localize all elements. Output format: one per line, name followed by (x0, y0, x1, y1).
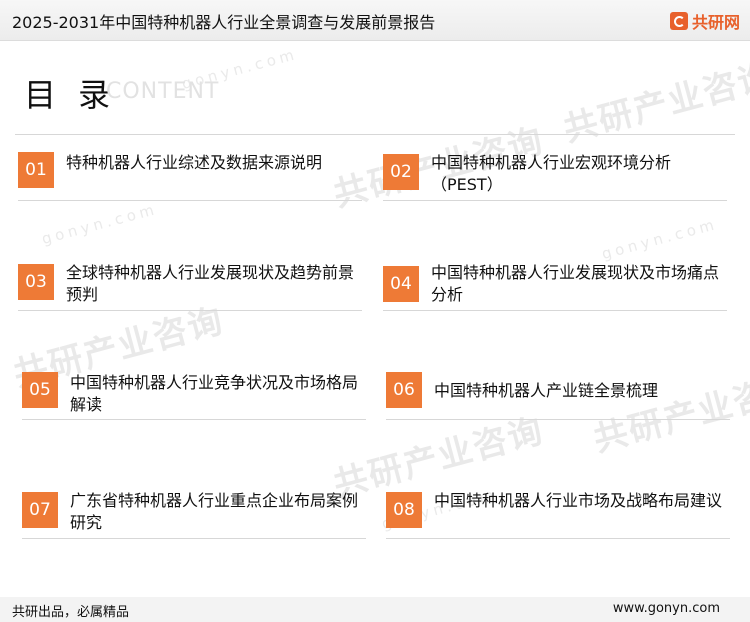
report-title: 2025-2031年中国特种机器人行业全景调查与发展前景报告 (12, 13, 436, 32)
toc-divider (18, 200, 362, 201)
toc-number: 03 (18, 264, 54, 300)
toc-text: 中国特种机器人行业市场及战略布局建议 (434, 491, 723, 510)
toc-divider (22, 538, 366, 539)
footer-bar: 共研出品，必属精品 www.gonyn.com (0, 597, 750, 622)
toc-heading-sub: CONTENT (106, 79, 220, 104)
toc-divider (386, 538, 730, 539)
footer-slogan: 共研出品，必属精品 (12, 605, 130, 620)
toc-text: 特种机器人行业综述及数据来源说明 (66, 153, 323, 172)
watermark: 共研产业咨询 (559, 55, 750, 151)
toc-divider (383, 200, 727, 201)
heading-divider (15, 134, 735, 135)
brand-name: 共研网 (691, 13, 740, 32)
toc-number: 07 (22, 492, 58, 528)
toc-number: 01 (18, 152, 54, 188)
brand-logo-icon (669, 12, 688, 30)
toc-text: 中国特种机器人行业发展现状及市场痛点分析 (431, 263, 720, 304)
toc-text: 中国特种机器人产业链全景梳理 (434, 381, 659, 400)
toc-text: 中国特种机器人行业竞争状况及市场格局解读 (70, 373, 359, 414)
toc-number: 02 (383, 154, 419, 190)
toc-text: 广东省特种机器人行业重点企业布局案例研究 (70, 491, 359, 532)
brand: 共研网 (669, 9, 740, 33)
toc-divider (383, 310, 727, 311)
toc-number: 04 (383, 266, 419, 302)
header-bar: 2025-2031年中国特种机器人行业全景调查与发展前景报告 共研网 (0, 0, 750, 41)
toc-text: 中国特种机器人行业宏观环境分析（PEST） (431, 153, 672, 194)
footer-site-link[interactable]: www.gonyn.com (613, 601, 720, 616)
toc-divider (386, 419, 730, 420)
toc-number: 05 (22, 372, 58, 408)
toc-text: 全球特种机器人行业发展现状及趋势前景预判 (66, 263, 355, 304)
toc-divider (18, 310, 362, 311)
toc-number: 08 (386, 492, 422, 528)
watermark-site: gonyn.com (39, 199, 160, 249)
watermark: 共研产业咨询 (589, 365, 750, 461)
toc-divider (22, 419, 366, 420)
toc-heading: 目 录 (24, 76, 117, 114)
watermark-site: gonyn.com (599, 214, 720, 264)
toc-number: 06 (386, 372, 422, 408)
